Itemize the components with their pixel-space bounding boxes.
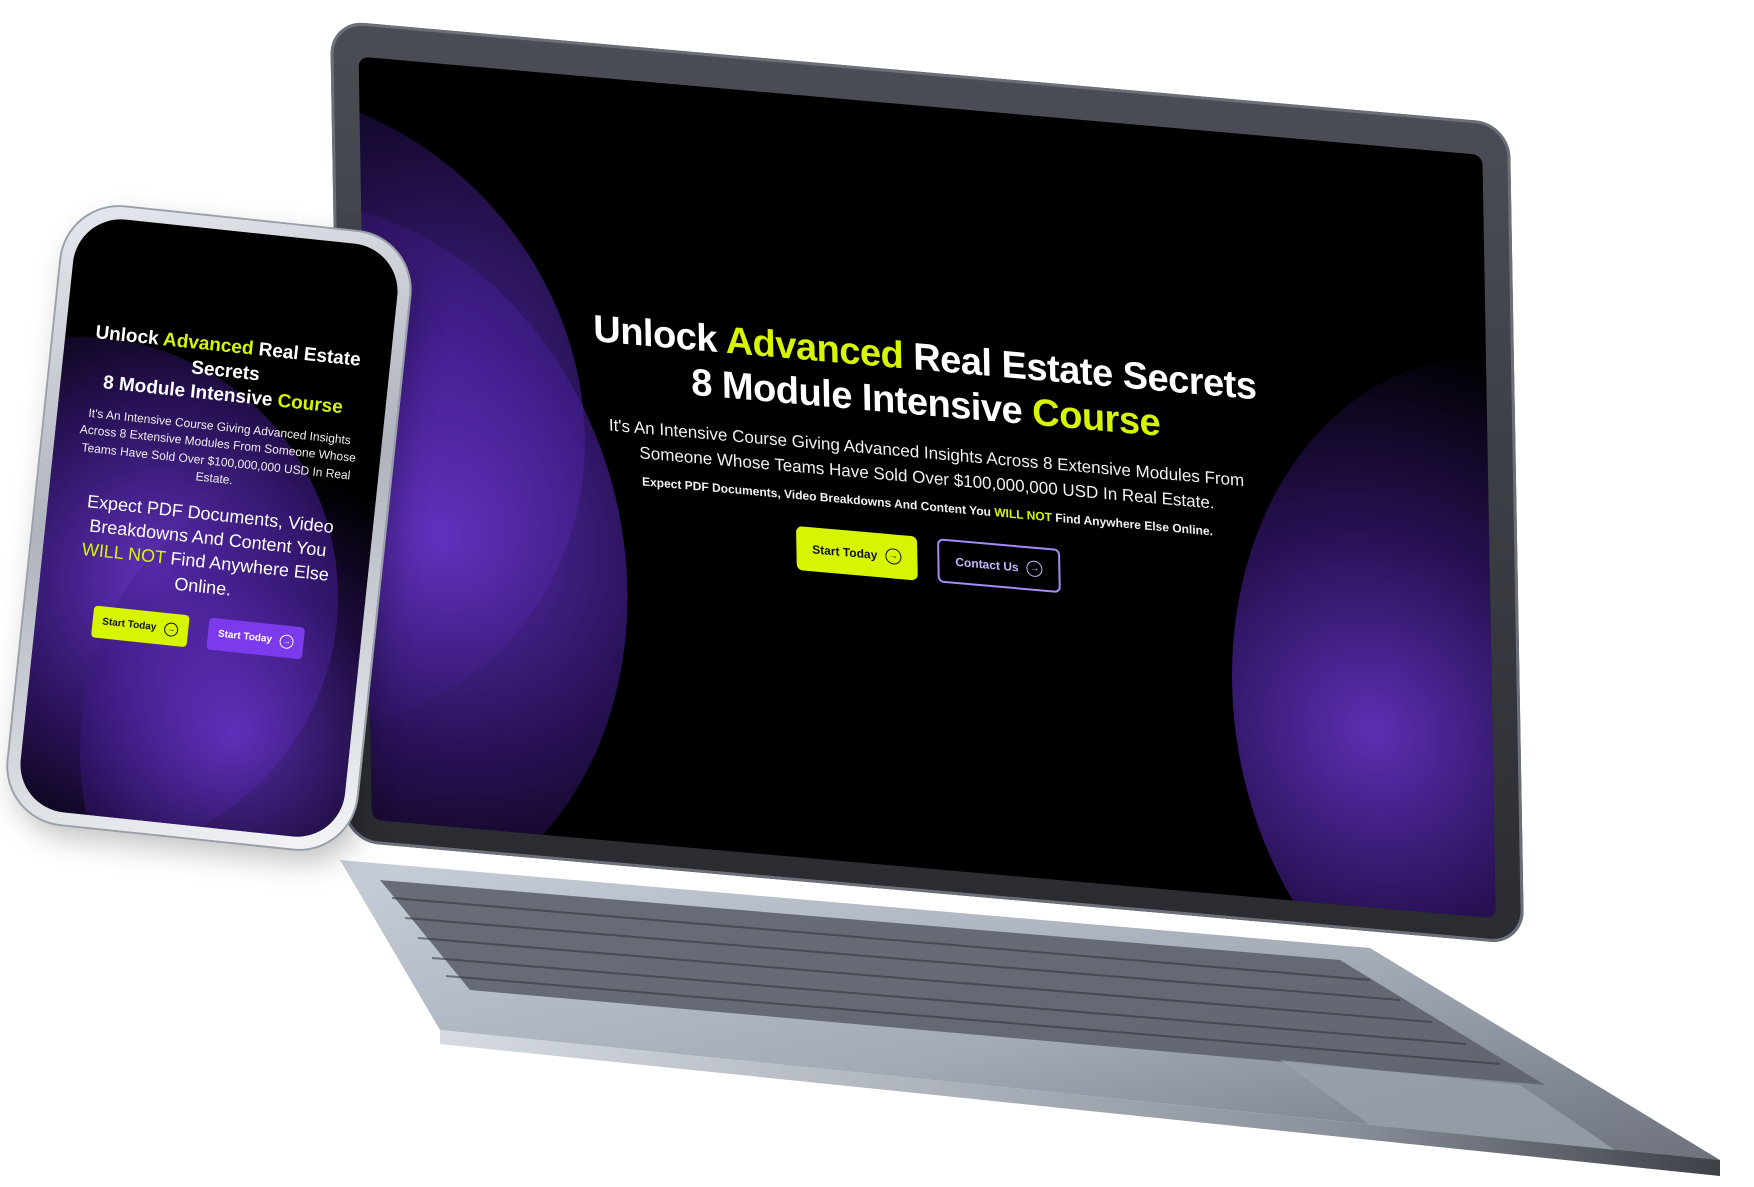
arrow-right-circle-icon: →: [279, 633, 295, 650]
contact-us-label: Contact Us: [955, 554, 1019, 575]
arrow-right-circle-icon: →: [163, 621, 179, 638]
phone-expect-accent: WILL NOT: [80, 539, 167, 568]
phone-title-text: Unlock: [94, 322, 165, 351]
phone-hero: Unlock Advanced Real Estate Secrets 8 Mo…: [56, 320, 369, 663]
phone-start-today-label: Start Today: [101, 616, 157, 634]
phone-title-accent-2: Course: [276, 390, 344, 419]
arrow-right-circle-icon: →: [885, 547, 902, 565]
device-mockup-scene: Unlock Advanced Real Estate Secrets 8 Mo…: [0, 0, 1754, 1187]
contact-us-button[interactable]: Contact Us →: [936, 537, 1062, 593]
phone-notch: [182, 225, 295, 264]
start-today-button[interactable]: Start Today →: [795, 525, 918, 581]
laptop-title-text: Unlock: [592, 308, 726, 362]
start-today-label: Start Today: [812, 541, 878, 562]
laptop-title-accent-2: Course: [1031, 391, 1161, 445]
phone-start-today-label-secondary: Start Today: [217, 628, 273, 646]
phone-device: Unlock Advanced Real Estate Secrets 8 Mo…: [2, 201, 416, 855]
phone-screen: Unlock Advanced Real Estate Secrets 8 Mo…: [15, 214, 403, 842]
laptop-expect-text-2: Find Anywhere Else Online.: [1051, 509, 1214, 539]
arrow-right-circle-icon: →: [1026, 559, 1043, 578]
laptop-expect-accent: WILL NOT: [994, 504, 1053, 525]
phone-title-accent: Advanced: [162, 329, 255, 360]
laptop-screen: Unlock Advanced Real Estate Secrets 8 Mo…: [358, 56, 1496, 919]
phone-hero-expect: Expect PDF Documents, Video Breakdowns A…: [61, 487, 352, 613]
laptop-lid: Unlock Advanced Real Estate Secrets 8 Mo…: [330, 20, 1525, 945]
